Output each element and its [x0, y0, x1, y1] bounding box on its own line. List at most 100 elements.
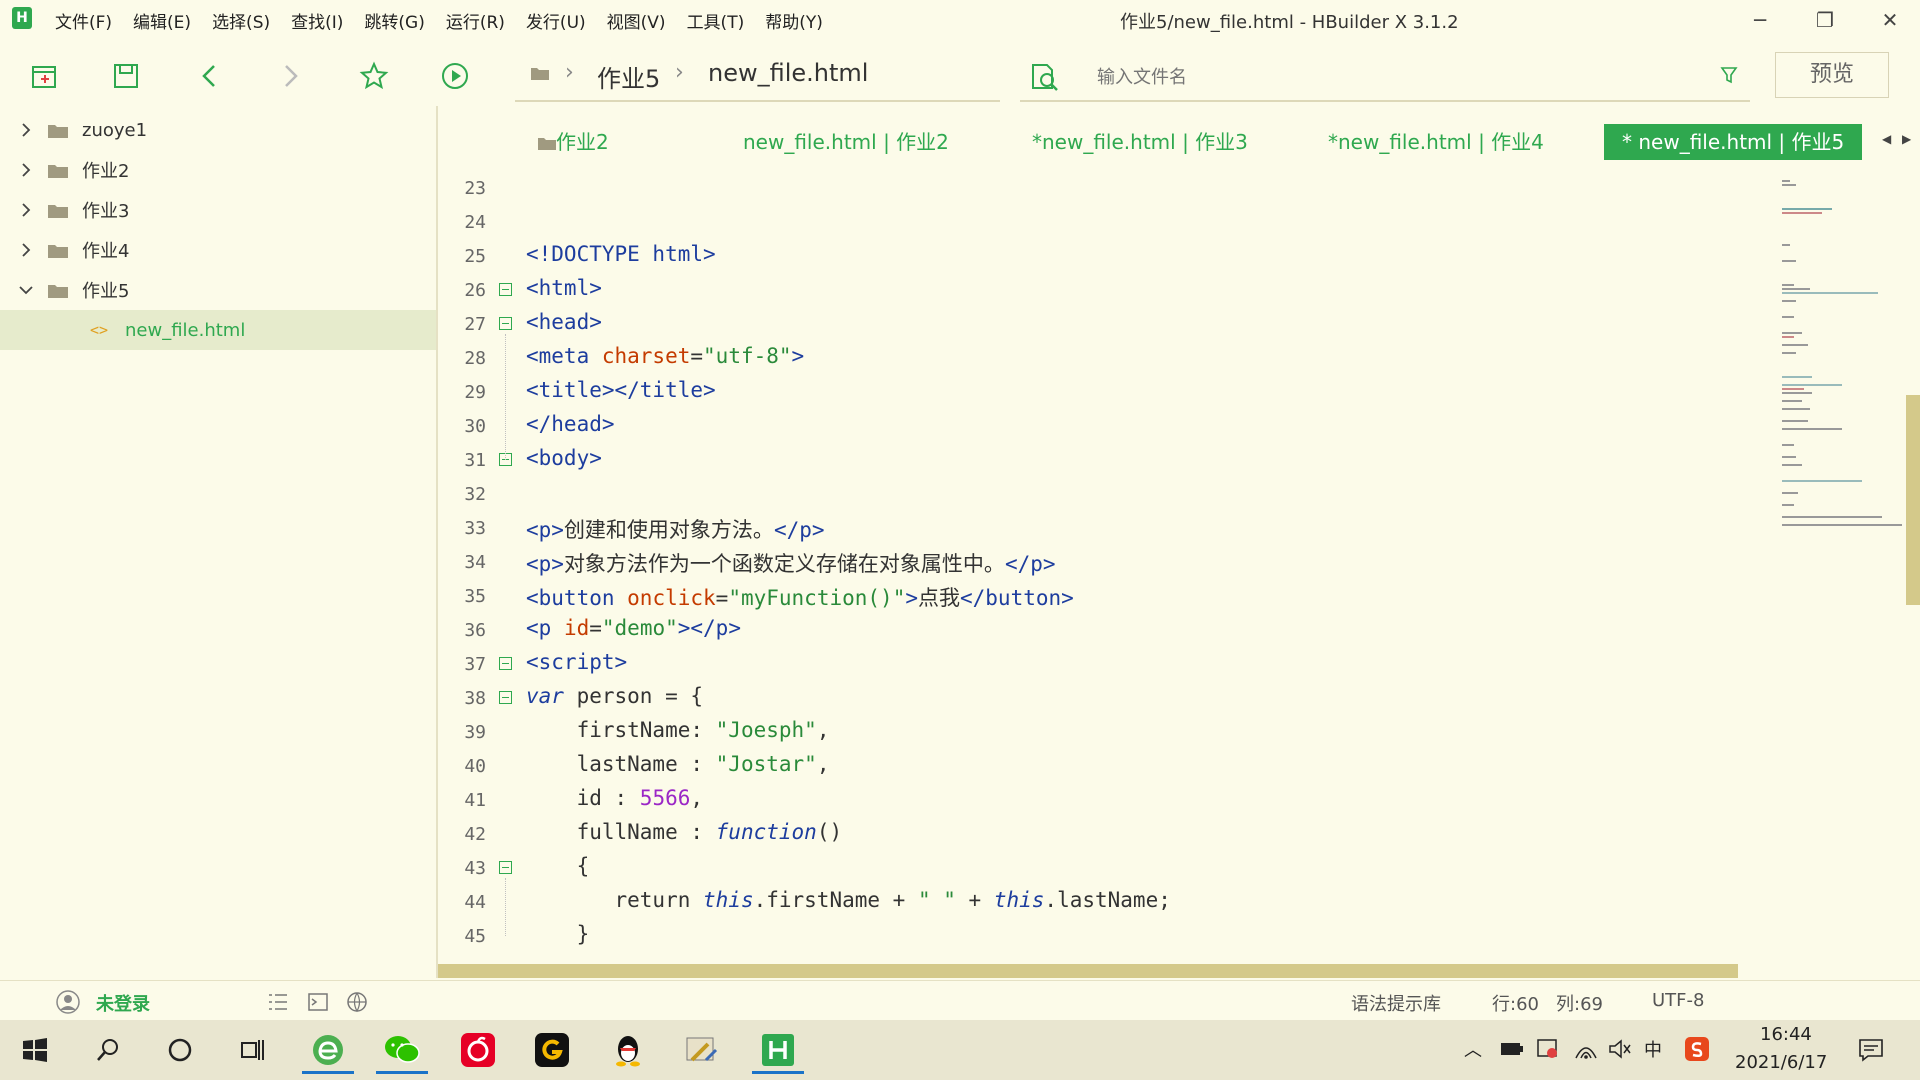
fold-collapse-icon[interactable] [499, 317, 512, 330]
hbuilderx-taskbar-icon[interactable] [748, 1026, 808, 1074]
fold-collapse-icon[interactable] [499, 861, 512, 874]
user-avatar-icon[interactable] [55, 989, 81, 1015]
login-status[interactable]: 未登录 [96, 990, 150, 1016]
new-file-icon[interactable] [24, 56, 64, 96]
tab-scroll-left-icon[interactable]: ◀ [1882, 132, 1891, 146]
vertical-scrollbar[interactable] [1906, 395, 1920, 605]
menu-item[interactable]: 文件(F) [55, 8, 112, 33]
tab-new-file-zuoye3[interactable]: *new_file.html | 作业3 [1032, 124, 1248, 160]
code-editor[interactable]: 23 24 25 <!DOCTYPE html> 26 <html> 27 <head> 28 <… [438, 168, 1778, 966]
menu-item[interactable]: 查找(I) [291, 8, 343, 33]
wifi-icon[interactable] [1574, 1038, 1598, 1060]
menu-item[interactable]: 编辑(E) [133, 8, 191, 33]
menu-item[interactable]: 工具(T) [687, 8, 745, 33]
input-method-indicator[interactable]: 中 [1644, 1036, 1662, 1062]
code-line[interactable]: 40 lastName : "Jostar", [438, 750, 1778, 784]
tree-folder-row[interactable]: zuoye1 [0, 110, 436, 150]
clock-time[interactable]: 16:44 [1760, 1024, 1812, 1045]
menu-item[interactable]: 视图(V) [607, 8, 666, 33]
favorite-star-icon[interactable] [354, 56, 394, 96]
back-icon[interactable] [190, 56, 230, 96]
save-icon[interactable] [106, 56, 146, 96]
clock-date[interactable]: 2021/6/17 [1735, 1052, 1827, 1073]
sogou-ime-icon[interactable] [1684, 1036, 1710, 1062]
menu-item[interactable]: 运行(R) [446, 8, 505, 33]
code-line[interactable]: 33 <p>创建和使用对象方法。</p> [438, 512, 1778, 546]
code-line[interactable]: 34 <p>对象方法作为一个函数定义存储在对象属性中。</p> [438, 546, 1778, 580]
menu-item[interactable]: 发行(U) [526, 8, 586, 33]
chevron-right-icon[interactable] [18, 202, 34, 218]
code-line[interactable]: 29 <title></title> [438, 376, 1778, 410]
code-line[interactable]: 36 <p id="demo"></p> [438, 614, 1778, 648]
file-search-icon[interactable] [1030, 62, 1062, 92]
code-line[interactable]: 45 } [438, 920, 1778, 954]
volume-muted-icon[interactable] [1608, 1038, 1632, 1060]
code-line[interactable]: 30 </head> [438, 410, 1778, 444]
code-line[interactable]: 37 <script> [438, 648, 1778, 682]
syntax-library-link[interactable]: 语法提示库 [1351, 990, 1441, 1016]
netease-music-icon[interactable] [448, 1026, 508, 1074]
chevron-right-icon[interactable] [18, 162, 34, 178]
restore-button[interactable]: ❐ [1800, 4, 1850, 36]
code-line[interactable]: 32 [438, 478, 1778, 512]
wechat-icon[interactable] [372, 1026, 432, 1074]
file-search-input[interactable] [1095, 62, 1659, 92]
notification-center-icon[interactable] [1858, 1038, 1884, 1062]
breadcrumb-folder[interactable]: 作业5 [597, 59, 660, 94]
cortana-circle-icon[interactable] [150, 1026, 210, 1074]
battery-icon[interactable] [1500, 1040, 1524, 1058]
tray-app-icon[interactable] [1536, 1038, 1560, 1060]
close-button[interactable]: ✕ [1865, 4, 1915, 36]
cursor-line[interactable]: 行:60 [1492, 990, 1539, 1016]
menu-item[interactable]: 帮助(Y) [765, 8, 823, 33]
fold-collapse-icon[interactable] [499, 283, 512, 296]
tree-file-row[interactable]: <> new_file.html [0, 310, 436, 350]
code-line[interactable]: 44 return this.firstName + " " + this.la… [438, 886, 1778, 920]
tree-folder-row[interactable]: 作业4 [0, 230, 436, 270]
file-encoding[interactable]: UTF-8 [1652, 990, 1704, 1011]
minimize-button[interactable]: ─ [1735, 4, 1785, 36]
code-line[interactable]: 28 <meta charset="utf-8"> [438, 342, 1778, 376]
ie-browser-icon[interactable] [298, 1026, 358, 1074]
code-line[interactable]: 39 firstName: "Joesph", [438, 716, 1778, 750]
code-line[interactable]: 26 <html> [438, 274, 1778, 308]
tab-new-file-zuoye4[interactable]: *new_file.html | 作业4 [1328, 124, 1544, 160]
game-launcher-icon[interactable] [522, 1026, 582, 1074]
chevron-right-icon[interactable] [18, 122, 34, 138]
code-minimap[interactable] [1778, 180, 1908, 540]
code-line[interactable]: 31 <body> [438, 444, 1778, 478]
preview-button[interactable]: 预览 [1775, 52, 1889, 98]
code-line[interactable]: 42 fullName : function() [438, 818, 1778, 852]
code-line[interactable]: 43 { [438, 852, 1778, 886]
menu-item[interactable]: 选择(S) [212, 8, 270, 33]
horizontal-scrollbar[interactable] [438, 964, 1738, 978]
breadcrumb-file[interactable]: new_file.html [708, 59, 868, 87]
tab-scroll-right-icon[interactable]: ▶ [1902, 132, 1911, 146]
tab-folder-zuoye2[interactable]: 作业2 [538, 124, 609, 160]
search-icon[interactable] [78, 1026, 138, 1074]
run-icon[interactable] [435, 56, 475, 96]
code-line[interactable]: 24 [438, 206, 1778, 240]
tree-folder-row[interactable]: 作业2 [0, 150, 436, 190]
windows-start-icon[interactable] [5, 1026, 65, 1074]
chevron-down-icon[interactable] [18, 282, 34, 298]
outline-list-icon[interactable] [268, 993, 288, 1011]
chevron-right-icon[interactable] [18, 242, 34, 258]
code-line[interactable]: 25 <!DOCTYPE html> [438, 240, 1778, 274]
filter-icon[interactable] [1720, 66, 1738, 84]
tab-new-file-zuoye5-active[interactable]: * new_file.html | 作业5 [1604, 124, 1863, 160]
fold-collapse-icon[interactable] [499, 691, 512, 704]
cursor-column[interactable]: 列:69 [1556, 990, 1603, 1016]
tree-folder-row[interactable]: 作业3 [0, 190, 436, 230]
tab-new-file-zuoye2[interactable]: new_file.html | 作业2 [743, 124, 949, 160]
tree-folder-row[interactable]: 作业5 [0, 270, 436, 310]
tray-expand-icon[interactable]: ︿ [1464, 1036, 1482, 1062]
forward-icon[interactable] [270, 56, 310, 96]
menu-item[interactable]: 跳转(G) [364, 8, 424, 33]
code-line[interactable]: 27 <head> [438, 308, 1778, 342]
fold-collapse-icon[interactable] [499, 657, 512, 670]
terminal-icon[interactable] [308, 993, 328, 1011]
code-line[interactable]: 35 <button onclick="myFunction()">点我</but… [438, 580, 1778, 614]
code-line[interactable]: 23 [438, 172, 1778, 206]
tools-settings-icon[interactable] [672, 1026, 732, 1074]
